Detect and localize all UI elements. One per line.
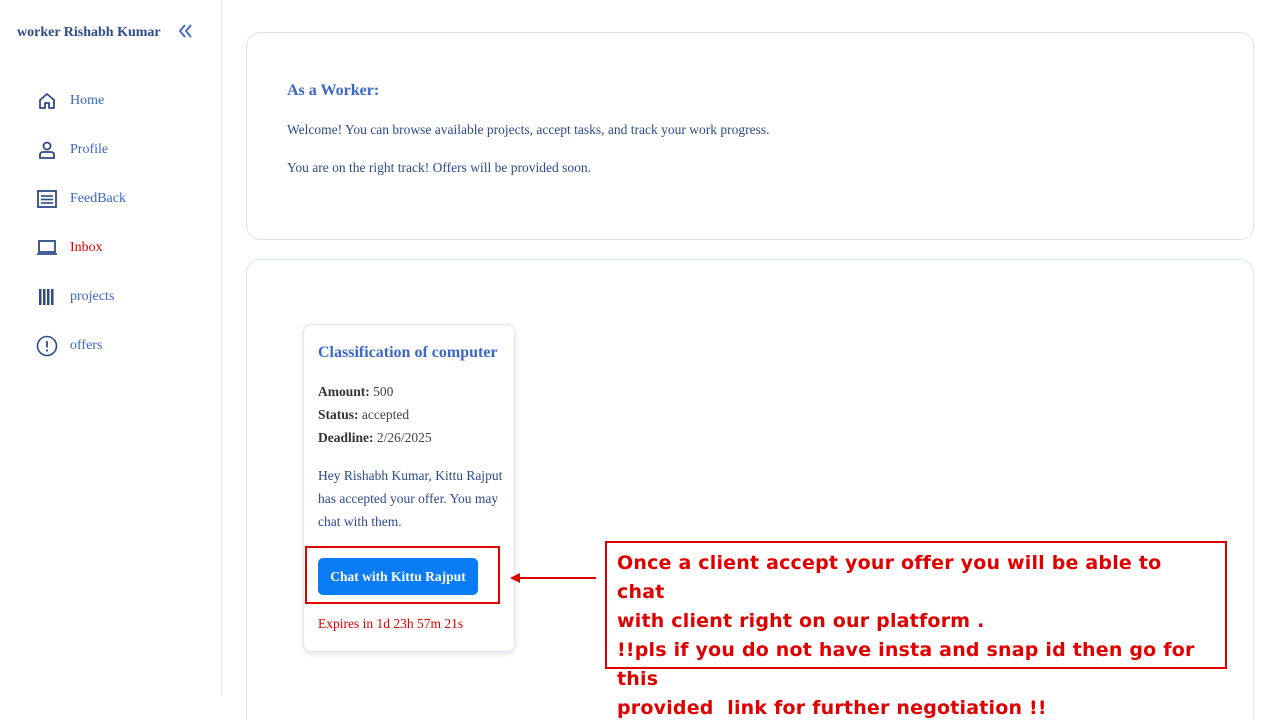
amount-label: Amount: — [318, 384, 370, 399]
status-label: Status: — [318, 407, 359, 422]
user-icon — [36, 139, 58, 161]
barcode-icon — [36, 286, 58, 308]
annotation-line: Once a client accept your offer you will… — [617, 552, 1169, 603]
status-value: accepted — [361, 407, 410, 422]
annotation-line: !!pls if you do not have insta and snap … — [617, 639, 1202, 690]
expires-countdown: Expires in 1d 23h 57m 21s — [318, 616, 464, 631]
offer-title: Classification of computer — [318, 344, 498, 361]
deadline-value: 2/26/2025 — [376, 430, 432, 445]
offer-amount: Amount: 500 — [318, 384, 393, 400]
inbox-icon — [36, 237, 58, 259]
arrow-icon — [510, 573, 596, 583]
sidebar-item-projects[interactable]: projects — [36, 284, 206, 310]
annotation-callout: Once a client accept your offer you will… — [605, 541, 1227, 719]
sidebar-item-profile[interactable]: Profile — [36, 137, 206, 163]
sidebar-item-inbox[interactable]: Inbox — [36, 235, 206, 261]
sidebar-item-label: projects — [70, 289, 115, 304]
list-icon — [36, 188, 58, 210]
sidebar-item-home[interactable]: Home — [36, 88, 206, 114]
highlight-box — [305, 546, 500, 604]
sidebar-item-offers[interactable]: offers — [36, 333, 206, 359]
welcome-title: As a Worker: — [287, 82, 380, 99]
home-icon — [36, 90, 58, 112]
sidebar-item-label: Home — [70, 93, 105, 108]
sidebar-item-feedback[interactable]: FeedBack — [36, 186, 206, 212]
amount-value: 500 — [373, 384, 394, 399]
double-chevron-left-icon[interactable] — [176, 20, 196, 42]
welcome-text: Welcome! You can browse available projec… — [287, 122, 770, 137]
sidebar-item-label: offers — [70, 338, 103, 353]
offer-deadline: Deadline: 2/26/2025 — [318, 430, 432, 446]
alert-circle-icon — [36, 335, 58, 357]
annotation-line: provided link for further negotiation !! — [617, 697, 1047, 719]
sidebar-item-label: Inbox — [70, 240, 103, 255]
sidebar-item-label: FeedBack — [70, 191, 126, 206]
offer-message: Hey Rishabh Kumar, Kittu Rajput has acce… — [318, 468, 503, 529]
offer-status: Status: accepted — [318, 407, 409, 423]
welcome-panel: As a Worker: Welcome! You can browse ava… — [246, 32, 1254, 240]
brand-title: worker Rishabh Kumar — [17, 25, 161, 40]
annotation-line: with client right on our platform . — [617, 610, 985, 632]
sidebar: worker Rishabh Kumar Home Profile FeedBa… — [0, 0, 222, 696]
deadline-label: Deadline: — [318, 430, 374, 445]
status-text: You are on the right track! Offers will … — [287, 160, 591, 175]
sidebar-item-label: Profile — [70, 142, 109, 157]
